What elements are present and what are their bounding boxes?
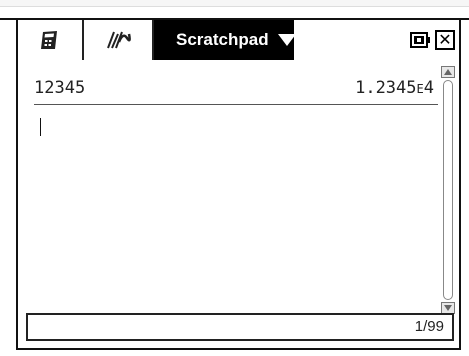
tab-graphs[interactable] [84,20,154,60]
chevron-down-small-icon [444,305,452,311]
entry-result: 1.2345E4 [355,78,434,98]
status-area: ✕ [396,20,459,60]
tab-scratchpad[interactable]: Scratchpad [154,20,296,60]
vertical-scrollbar[interactable] [440,66,456,314]
history-pane: 12345 1.2345E4 [26,66,438,316]
battery-icon [410,32,430,48]
page-indicator: 1/99 [414,318,444,335]
history-divider [34,104,438,105]
graph-icon [107,31,131,49]
status-bar: 1/99 [26,313,454,341]
scrollbar-track[interactable] [443,80,453,300]
chevron-down-icon[interactable] [277,34,296,46]
tab-calculator[interactable] [18,20,84,60]
history-entry[interactable]: 12345 1.2345E4 [34,78,434,100]
close-icon[interactable]: ✕ [435,30,455,50]
entry-line-cursor[interactable] [40,118,41,136]
entry-input: 12345 [34,78,86,98]
scroll-up-button[interactable] [441,66,455,78]
top-edge [0,0,469,7]
calculator-icon [41,31,57,49]
scratchpad-window: Scratchpad ✕ 12345 1.2345E4 1/99 [16,20,461,350]
tab-bar: Scratchpad ✕ [18,20,459,60]
scratchpad-tab-label: Scratchpad [176,30,269,49]
chevron-up-icon [444,69,452,75]
